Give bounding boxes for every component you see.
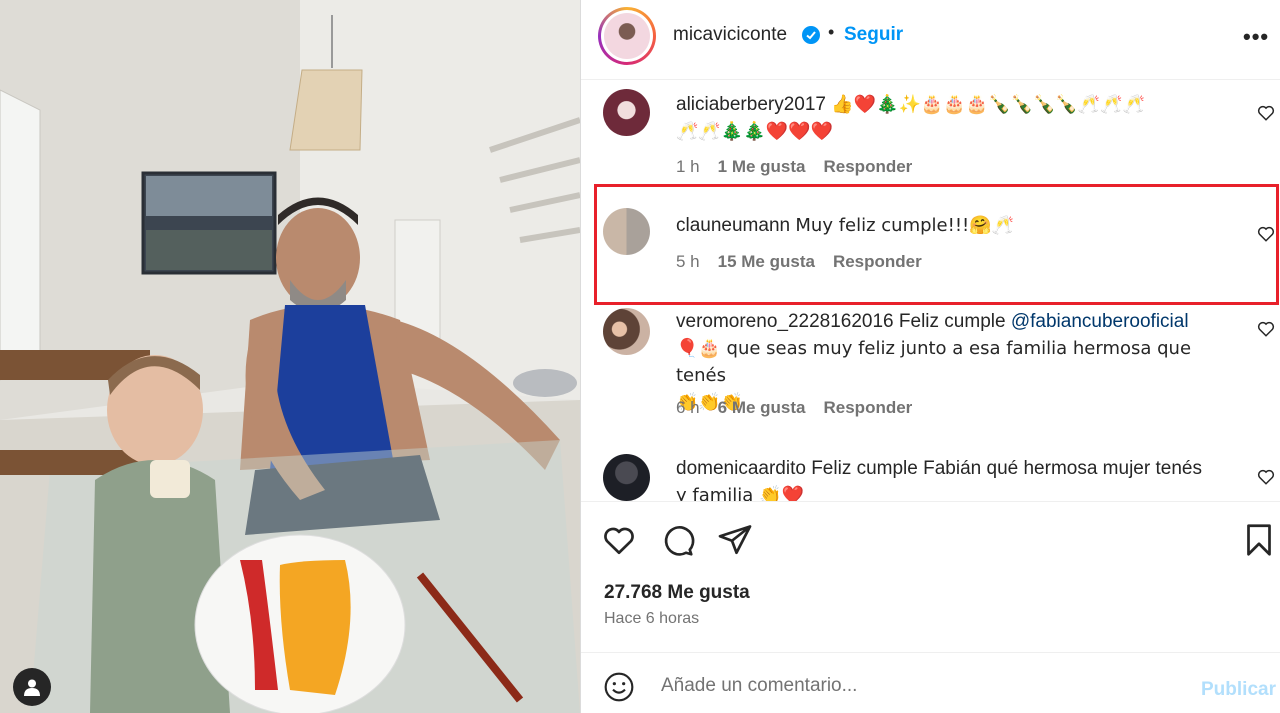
- heart-icon[interactable]: [1257, 320, 1275, 338]
- comments-list[interactable]: aliciaberbery2017 👍❤️🎄✨🎂🎂🎂🍾🍾🍾🍾🥂🥂🥂 🥂🥂🎄🎄❤️…: [581, 81, 1280, 501]
- commenter-avatar[interactable]: [603, 208, 650, 255]
- heart-icon[interactable]: [601, 522, 637, 558]
- comment-content-line2: 🥂🥂🎄🎄❤️❤️❤️: [676, 121, 833, 142]
- verified-badge-icon: [802, 26, 820, 44]
- comment-likes[interactable]: 1 Me gusta: [718, 157, 806, 177]
- comment-content: Muy feliz cumple!!!🤗🥂: [795, 215, 1015, 236]
- post-actions: 27.768 Me gusta Hace 6 horas Publicar: [581, 501, 1280, 713]
- comment-username[interactable]: veromoreno_2228162016: [676, 311, 894, 332]
- comment-meta: 1 h 1 Me gusta Responder: [676, 157, 912, 177]
- comment-age: 5 h: [676, 252, 700, 271]
- post-side-panel: micaviciconte • Seguir ••• aliciaberbery…: [580, 0, 1280, 713]
- comment-icon[interactable]: [659, 522, 695, 558]
- commenter-avatar[interactable]: [603, 89, 650, 136]
- comment-mention-link[interactable]: @fabiancuberooficial: [1011, 311, 1189, 332]
- comment-text: aliciaberbery2017 👍❤️🎄✨🎂🎂🎂🍾🍾🍾🍾🥂🥂🥂 🥂🥂🎄🎄❤️…: [676, 91, 1236, 145]
- comment-content-line2: y familia 👏❤️: [676, 485, 804, 501]
- post-timestamp: Hace 6 horas: [604, 610, 700, 627]
- author-username[interactable]: micaviciconte: [673, 24, 787, 46]
- bookmark-icon[interactable]: [1241, 522, 1277, 558]
- comment-meta: 6 h 6 Me gusta Responder: [676, 398, 912, 418]
- share-icon[interactable]: [717, 522, 753, 558]
- reply-button[interactable]: Responder: [824, 157, 913, 177]
- heart-icon[interactable]: [1257, 468, 1275, 486]
- avatar-photo: [604, 13, 650, 59]
- commenter-avatar[interactable]: [603, 454, 650, 501]
- more-options-button[interactable]: •••: [1243, 24, 1269, 50]
- instagram-post-view: micaviciconte • Seguir ••• aliciaberbery…: [0, 0, 1280, 713]
- tagged-users-button[interactable]: [13, 668, 51, 706]
- comment-text: clauneumann Muy feliz cumple!!!🤗🥂: [676, 212, 1236, 239]
- header-separator: •: [828, 22, 835, 42]
- comment-content: Feliz cumple: [898, 311, 1011, 332]
- likes-count[interactable]: 27.768 Me gusta: [604, 582, 750, 604]
- comment-username[interactable]: aliciaberbery2017: [676, 94, 826, 115]
- comment-age: 1 h: [676, 157, 700, 176]
- heart-icon[interactable]: [1257, 225, 1275, 243]
- reply-button[interactable]: Responder: [833, 252, 922, 272]
- comment-username[interactable]: domenicaardito: [676, 458, 806, 479]
- post-photo: [0, 0, 580, 713]
- comment-content-line2: 🎈🎂 que seas muy feliz junto a esa famili…: [676, 338, 1192, 386]
- emoji-icon[interactable]: [603, 671, 635, 703]
- photo-illustration: [0, 0, 580, 713]
- comment-text: domenicaardito Feliz cumple Fabián qué h…: [676, 455, 1236, 501]
- author-avatar[interactable]: [598, 7, 656, 65]
- reply-button[interactable]: Responder: [824, 398, 913, 418]
- user-tag-icon: [24, 679, 40, 696]
- comment-meta: 5 h 15 Me gusta Responder: [676, 252, 922, 272]
- comment-content: 👍❤️🎄✨🎂🎂🎂🍾🍾🍾🍾🥂🥂🥂: [831, 94, 1146, 115]
- heart-icon[interactable]: [1257, 104, 1275, 122]
- comment-likes[interactable]: 15 Me gusta: [718, 252, 815, 272]
- commenter-avatar[interactable]: [603, 308, 650, 355]
- comment-likes[interactable]: 6 Me gusta: [718, 398, 806, 418]
- comment-username[interactable]: clauneumann: [676, 215, 790, 236]
- comment-content: Feliz cumple Fabián qué hermosa mujer te…: [811, 458, 1202, 479]
- publish-button[interactable]: Publicar: [1201, 679, 1276, 701]
- follow-button[interactable]: Seguir: [844, 24, 903, 46]
- add-comment-bar: Publicar: [581, 652, 1280, 713]
- comment-input[interactable]: [661, 669, 1181, 703]
- post-header: micaviciconte • Seguir •••: [581, 0, 1280, 80]
- comment-age: 6 h: [676, 398, 700, 417]
- avatar-inner: [601, 10, 653, 62]
- highlight-box: [594, 184, 1279, 305]
